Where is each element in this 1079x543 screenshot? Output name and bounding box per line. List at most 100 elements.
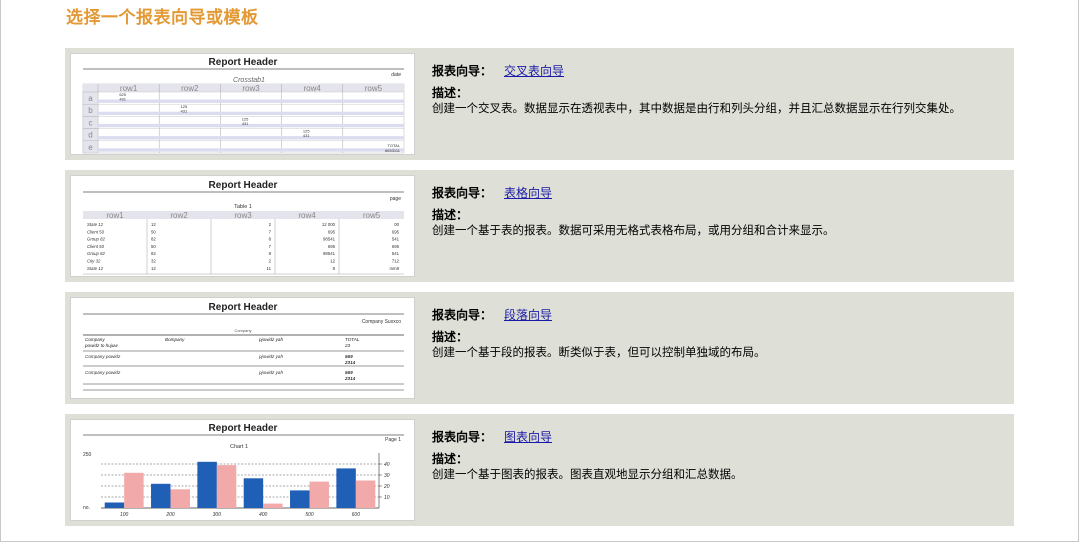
- chart-right-tick-label: 20: [383, 484, 390, 490]
- crosstab-value: 431: [303, 133, 310, 138]
- description-label: 描述：: [432, 330, 469, 344]
- paragraph-header-cell: TOTAL: [345, 337, 360, 342]
- page-title: 选择一个报表向导或模板: [66, 8, 259, 28]
- table-cell: 7: [269, 244, 272, 249]
- thumb-corner-text: Page 1: [385, 437, 401, 443]
- thumb-report-header: Report Header: [209, 180, 278, 191]
- crosstab-column-header: row3: [242, 84, 260, 93]
- thumb-subtitle: Chart 1: [230, 444, 248, 450]
- crosstab-info: 报表向导： 交叉表向导 描述： 创建一个交叉表。数据显示在透视表中，其中数据是由行…: [432, 62, 1007, 116]
- table-wizard-card[interactable]: Report Header page Table 1 row1 row2 row3 r…: [65, 170, 1014, 282]
- thumb-corner-text: page: [390, 196, 401, 202]
- paragraph-cell: 569: [345, 370, 353, 375]
- crosstab-row-band: [98, 123, 404, 128]
- crosstab-description: 创建一个交叉表。数据显示在透视表中，其中数据是由行和列头分组，并且汇总数据显示在…: [432, 101, 961, 115]
- paragraph-header-cell: Bompany: [165, 337, 185, 342]
- table-column-header: row3: [234, 211, 252, 220]
- thumb-report-header: Report Header: [209, 57, 278, 68]
- crosstab-column-header: row4: [304, 84, 322, 93]
- chart-bar-blue: [104, 502, 125, 508]
- table-cell: 2: [269, 222, 272, 227]
- table-cell: 82: [151, 237, 156, 242]
- crosstab-row-header: e: [88, 143, 93, 152]
- table-cell: 8: [333, 266, 336, 271]
- chart-wizard-link[interactable]: 图表向导: [504, 430, 552, 444]
- paragraph-cell: 2314: [344, 360, 356, 365]
- chart-x-tick-label: 100: [120, 512, 129, 518]
- chart-info: 报表向导： 图表向导 描述： 创建一个基于图表的报表。图表直观地显示分组和汇总数据…: [432, 428, 1007, 482]
- description-label: 描述：: [432, 86, 469, 100]
- crosstab-preview-thumbnail[interactable]: Report Header date Crosstab1 row1 row2 row…: [70, 53, 415, 155]
- chart-right-tick-label: 30: [384, 473, 390, 479]
- table-column-header: row1: [106, 211, 124, 220]
- table-cell: Group 82: [87, 237, 106, 242]
- crosstab-row-band: [98, 111, 404, 116]
- thumb-subtitle: Table 1: [234, 204, 252, 210]
- crosstab-wizard-card[interactable]: Report Header date Crosstab1 row1 row2 row…: [65, 48, 1014, 160]
- thumb-corner-text: Company Suxxco: [362, 319, 401, 325]
- chart-bar-blue: [336, 468, 356, 508]
- paragraph-cell: Company powidz: [85, 370, 121, 375]
- thumb-subtitle: Crosstab1: [233, 77, 265, 84]
- table-cell: 8: [269, 251, 272, 256]
- description-label: 描述：: [432, 452, 469, 466]
- table-column-header: row4: [298, 211, 316, 220]
- chart-description: 创建一个基于图表的报表。图表直观地显示分组和汇总数据。: [432, 467, 743, 481]
- table-cell: Client 50: [87, 229, 105, 234]
- crosstab-wizard-link[interactable]: 交叉表向导: [504, 64, 564, 78]
- crosstab-column-header: row2: [181, 84, 199, 93]
- table-cell: 12: [151, 222, 156, 227]
- table-preview-thumbnail[interactable]: Report Header page Table 1 row1 row2 row3 r…: [70, 175, 415, 277]
- paragraph-wizard-card[interactable]: Report Header Company Suxxco Company Com…: [65, 292, 1014, 404]
- chart-preview-thumbnail[interactable]: Report Header Page 1 Chart 1 250 no. 100…: [70, 419, 415, 521]
- chart-bar-pink: [170, 489, 190, 508]
- paragraph-cell: pjowidz yah: [258, 354, 283, 359]
- table-wizard-link[interactable]: 表格向导: [504, 186, 552, 200]
- paragraph-header-cell: 23: [344, 343, 351, 348]
- table-info: 报表向导： 表格向导 描述： 创建一个基于表的报表。数据可采用无格式表格布局，或用…: [432, 184, 1007, 238]
- paragraph-cell: Company powidz: [85, 354, 121, 359]
- wizard-label: 报表向导：: [432, 430, 493, 444]
- table-cell: 98541: [323, 237, 336, 242]
- chart-bar-blue: [151, 483, 171, 508]
- wizard-label: 报表向导：: [432, 308, 493, 322]
- table-cell: mm8: [389, 266, 399, 271]
- crosstab-row-header: d: [88, 131, 92, 140]
- chart-x-tick-label: 600: [352, 512, 361, 518]
- thumb-corner-text: date: [391, 72, 401, 78]
- thumb-report-header: Report Header: [209, 302, 278, 313]
- table-cell: 695: [328, 244, 336, 249]
- chart-y-top-label: 250: [83, 452, 92, 458]
- table-cell: 50: [151, 229, 156, 234]
- crosstab-value: 431: [119, 97, 126, 102]
- crosstab-row-band: [98, 99, 404, 103]
- table-cell: State 12: [87, 222, 104, 227]
- table-cell: City 32: [87, 259, 101, 264]
- crosstab-value: 431: [242, 121, 249, 126]
- table-cell: 695: [392, 229, 400, 234]
- crosstab-row-band: [98, 136, 404, 140]
- table-cell: 695: [392, 244, 400, 249]
- table-cell: 11: [267, 266, 272, 271]
- paragraph-description: 创建一个基于段的报表。断类似于表，但可以控制单独域的布局。: [432, 345, 766, 359]
- paragraph-preview-thumbnail[interactable]: Report Header Company Suxxco Company Com…: [70, 297, 415, 399]
- table-cell: 695: [328, 229, 336, 234]
- chart-wizard-card[interactable]: Report Header Page 1 Chart 1 250 no. 100…: [65, 414, 1014, 526]
- table-cell: 7: [269, 229, 272, 234]
- table-cell: State 12: [87, 266, 104, 271]
- chart-x-tick-label: 200: [165, 512, 175, 518]
- chart-x-tick-label: 400: [259, 512, 268, 518]
- table-cell: Group 82: [87, 251, 106, 256]
- paragraph-cell: pjowidz yah: [258, 370, 283, 375]
- paragraph-wizard-link[interactable]: 段落向导: [504, 308, 552, 322]
- table-cell: 50: [151, 244, 156, 249]
- wizard-label: 报表向导：: [432, 186, 493, 200]
- table-cell: 82: [151, 251, 156, 256]
- thumb-small-text: Company: [234, 328, 251, 333]
- table-column-header: row5: [363, 211, 381, 220]
- chart-bar-pink: [309, 481, 329, 508]
- chart-right-tick-label: 40: [384, 462, 390, 468]
- crosstab-column-header: row5: [365, 84, 383, 93]
- chart-bar-pink: [124, 472, 144, 508]
- crosstab-total-value: 8653111: [385, 148, 401, 153]
